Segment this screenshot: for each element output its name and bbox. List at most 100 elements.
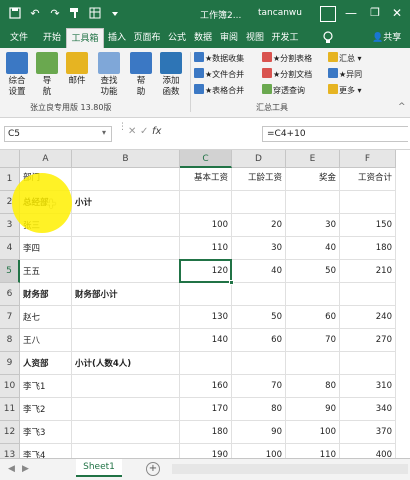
- cell-f11[interactable]: 340: [340, 398, 396, 421]
- cell-d12[interactable]: 90: [232, 421, 286, 444]
- cell-c5[interactable]: 120: [180, 260, 232, 283]
- help-button[interactable]: 帮 助: [128, 50, 154, 98]
- cell-d8[interactable]: 60: [232, 329, 286, 352]
- sheet-tab[interactable]: Sheet1: [76, 459, 122, 477]
- row-header-9[interactable]: 9: [0, 352, 20, 375]
- cell-d11[interactable]: 80: [232, 398, 286, 421]
- cell-b9[interactable]: 小计(人数4人): [72, 352, 180, 375]
- column-header-b[interactable]: B: [72, 150, 180, 168]
- cell-d2[interactable]: [232, 191, 286, 214]
- cell-c2[interactable]: [180, 191, 232, 214]
- cell-f10[interactable]: 310: [340, 375, 396, 398]
- cell-a11[interactable]: 李飞2: [20, 398, 72, 421]
- cell-e7[interactable]: 60: [286, 306, 340, 329]
- cell-f5[interactable]: 210: [340, 260, 396, 283]
- cell-c3[interactable]: 100: [180, 214, 232, 237]
- cell-a7[interactable]: 赵七: [20, 306, 72, 329]
- horizontal-scrollbar[interactable]: [172, 464, 408, 474]
- cell-c11[interactable]: 170: [180, 398, 232, 421]
- cell-d7[interactable]: 50: [232, 306, 286, 329]
- add-sheet-button[interactable]: +: [146, 462, 160, 476]
- tab-toolbox[interactable]: 工具箱: [66, 28, 104, 48]
- formula-input[interactable]: =C4+10: [262, 126, 408, 142]
- row-header-7[interactable]: 7: [0, 306, 20, 329]
- navigate-button[interactable]: 导 航: [34, 50, 60, 98]
- cell-c6[interactable]: [180, 283, 232, 306]
- cell-d5[interactable]: 40: [232, 260, 286, 283]
- cell-a10[interactable]: 李飞1: [20, 375, 72, 398]
- cell-f6[interactable]: [340, 283, 396, 306]
- cell-d1[interactable]: 工龄工资: [232, 168, 286, 191]
- cell-d10[interactable]: 70: [232, 375, 286, 398]
- cell-f7[interactable]: 240: [340, 306, 396, 329]
- tab-developer[interactable]: 开发工: [268, 28, 302, 48]
- row-header-10[interactable]: 10: [0, 375, 20, 398]
- cell-f8[interactable]: 270: [340, 329, 396, 352]
- cancel-icon[interactable]: ✕: [128, 126, 136, 137]
- collapse-ribbon-icon[interactable]: ^: [398, 102, 406, 112]
- table-merge-button[interactable]: ★表格合并: [194, 84, 244, 97]
- row-header-1[interactable]: 1: [0, 168, 20, 191]
- column-header-e[interactable]: E: [286, 150, 340, 168]
- split-doc-button[interactable]: ★分割文档: [262, 68, 312, 81]
- redo-icon[interactable]: ↷: [48, 7, 62, 21]
- cell-d4[interactable]: 30: [232, 237, 286, 260]
- column-header-d[interactable]: D: [232, 150, 286, 168]
- cell-e10[interactable]: 80: [286, 375, 340, 398]
- restore-icon[interactable]: ❐: [368, 6, 382, 20]
- name-box-dropdown-icon[interactable]: ▾: [102, 128, 106, 137]
- column-header-c[interactable]: C: [180, 150, 232, 168]
- cell-e5[interactable]: 50: [286, 260, 340, 283]
- cell-b7[interactable]: [72, 306, 180, 329]
- spreadsheet-grid[interactable]: A B C D E F 1 部门 基本工资 工龄工资 奖金 工资合计 2 总经部 小计 3 张三 100 20 30 1…: [0, 150, 410, 460]
- column-header-a[interactable]: A: [20, 150, 72, 168]
- new-sheet-icon[interactable]: [88, 7, 102, 21]
- cell-d9[interactable]: [232, 352, 286, 375]
- cell-c1[interactable]: 基本工资: [180, 168, 232, 191]
- row-header-5[interactable]: 5: [0, 260, 20, 283]
- cell-b10[interactable]: [72, 375, 180, 398]
- cell-b12[interactable]: [72, 421, 180, 444]
- add-function-button[interactable]: 添加 函数: [158, 50, 184, 98]
- cell-a8[interactable]: 王八: [20, 329, 72, 352]
- mail-button[interactable]: 邮件: [64, 50, 90, 87]
- tab-home[interactable]: 开始: [38, 28, 66, 48]
- row-header-12[interactable]: 12: [0, 421, 20, 444]
- cell-a9[interactable]: 人资部: [20, 352, 72, 375]
- cell-f1[interactable]: 工资合计: [340, 168, 396, 191]
- cell-a3[interactable]: 张三: [20, 214, 72, 237]
- share-button[interactable]: 👤共享: [372, 28, 401, 48]
- cell-f12[interactable]: 370: [340, 421, 396, 444]
- cell-e12[interactable]: 100: [286, 421, 340, 444]
- next-sheet-icon[interactable]: ▶: [22, 464, 29, 474]
- cell-c10[interactable]: 160: [180, 375, 232, 398]
- cell-d6[interactable]: [232, 283, 286, 306]
- cell-b4[interactable]: [72, 237, 180, 260]
- tab-view[interactable]: 视图: [242, 28, 268, 48]
- save-icon[interactable]: [8, 7, 22, 21]
- tab-page-layout[interactable]: 页面布: [130, 28, 164, 48]
- column-header-f[interactable]: F: [340, 150, 396, 168]
- cell-b2[interactable]: 小计: [72, 191, 180, 214]
- cell-f3[interactable]: 150: [340, 214, 396, 237]
- penetrate-query-button[interactable]: 穿透查询: [262, 84, 305, 97]
- settings-button[interactable]: 综合 设置: [4, 50, 30, 98]
- lightbulb-icon[interactable]: [322, 31, 334, 45]
- cell-b6[interactable]: 财务部小计: [72, 283, 180, 306]
- cell-a4[interactable]: 李四: [20, 237, 72, 260]
- cell-e11[interactable]: 90: [286, 398, 340, 421]
- minimize-icon[interactable]: —: [344, 6, 358, 20]
- row-header-6[interactable]: 6: [0, 283, 20, 306]
- cell-b1[interactable]: [72, 168, 180, 191]
- cell-e3[interactable]: 30: [286, 214, 340, 237]
- row-header-4[interactable]: 4: [0, 237, 20, 260]
- cell-c4[interactable]: 110: [180, 237, 232, 260]
- select-all-corner[interactable]: [0, 150, 20, 168]
- more-button[interactable]: 更多 ▾: [328, 84, 362, 97]
- cell-f4[interactable]: 180: [340, 237, 396, 260]
- cell-e9[interactable]: [286, 352, 340, 375]
- cell-b11[interactable]: [72, 398, 180, 421]
- search-function-button[interactable]: 查找 功能: [96, 50, 122, 98]
- cell-e6[interactable]: [286, 283, 340, 306]
- cell-c7[interactable]: 130: [180, 306, 232, 329]
